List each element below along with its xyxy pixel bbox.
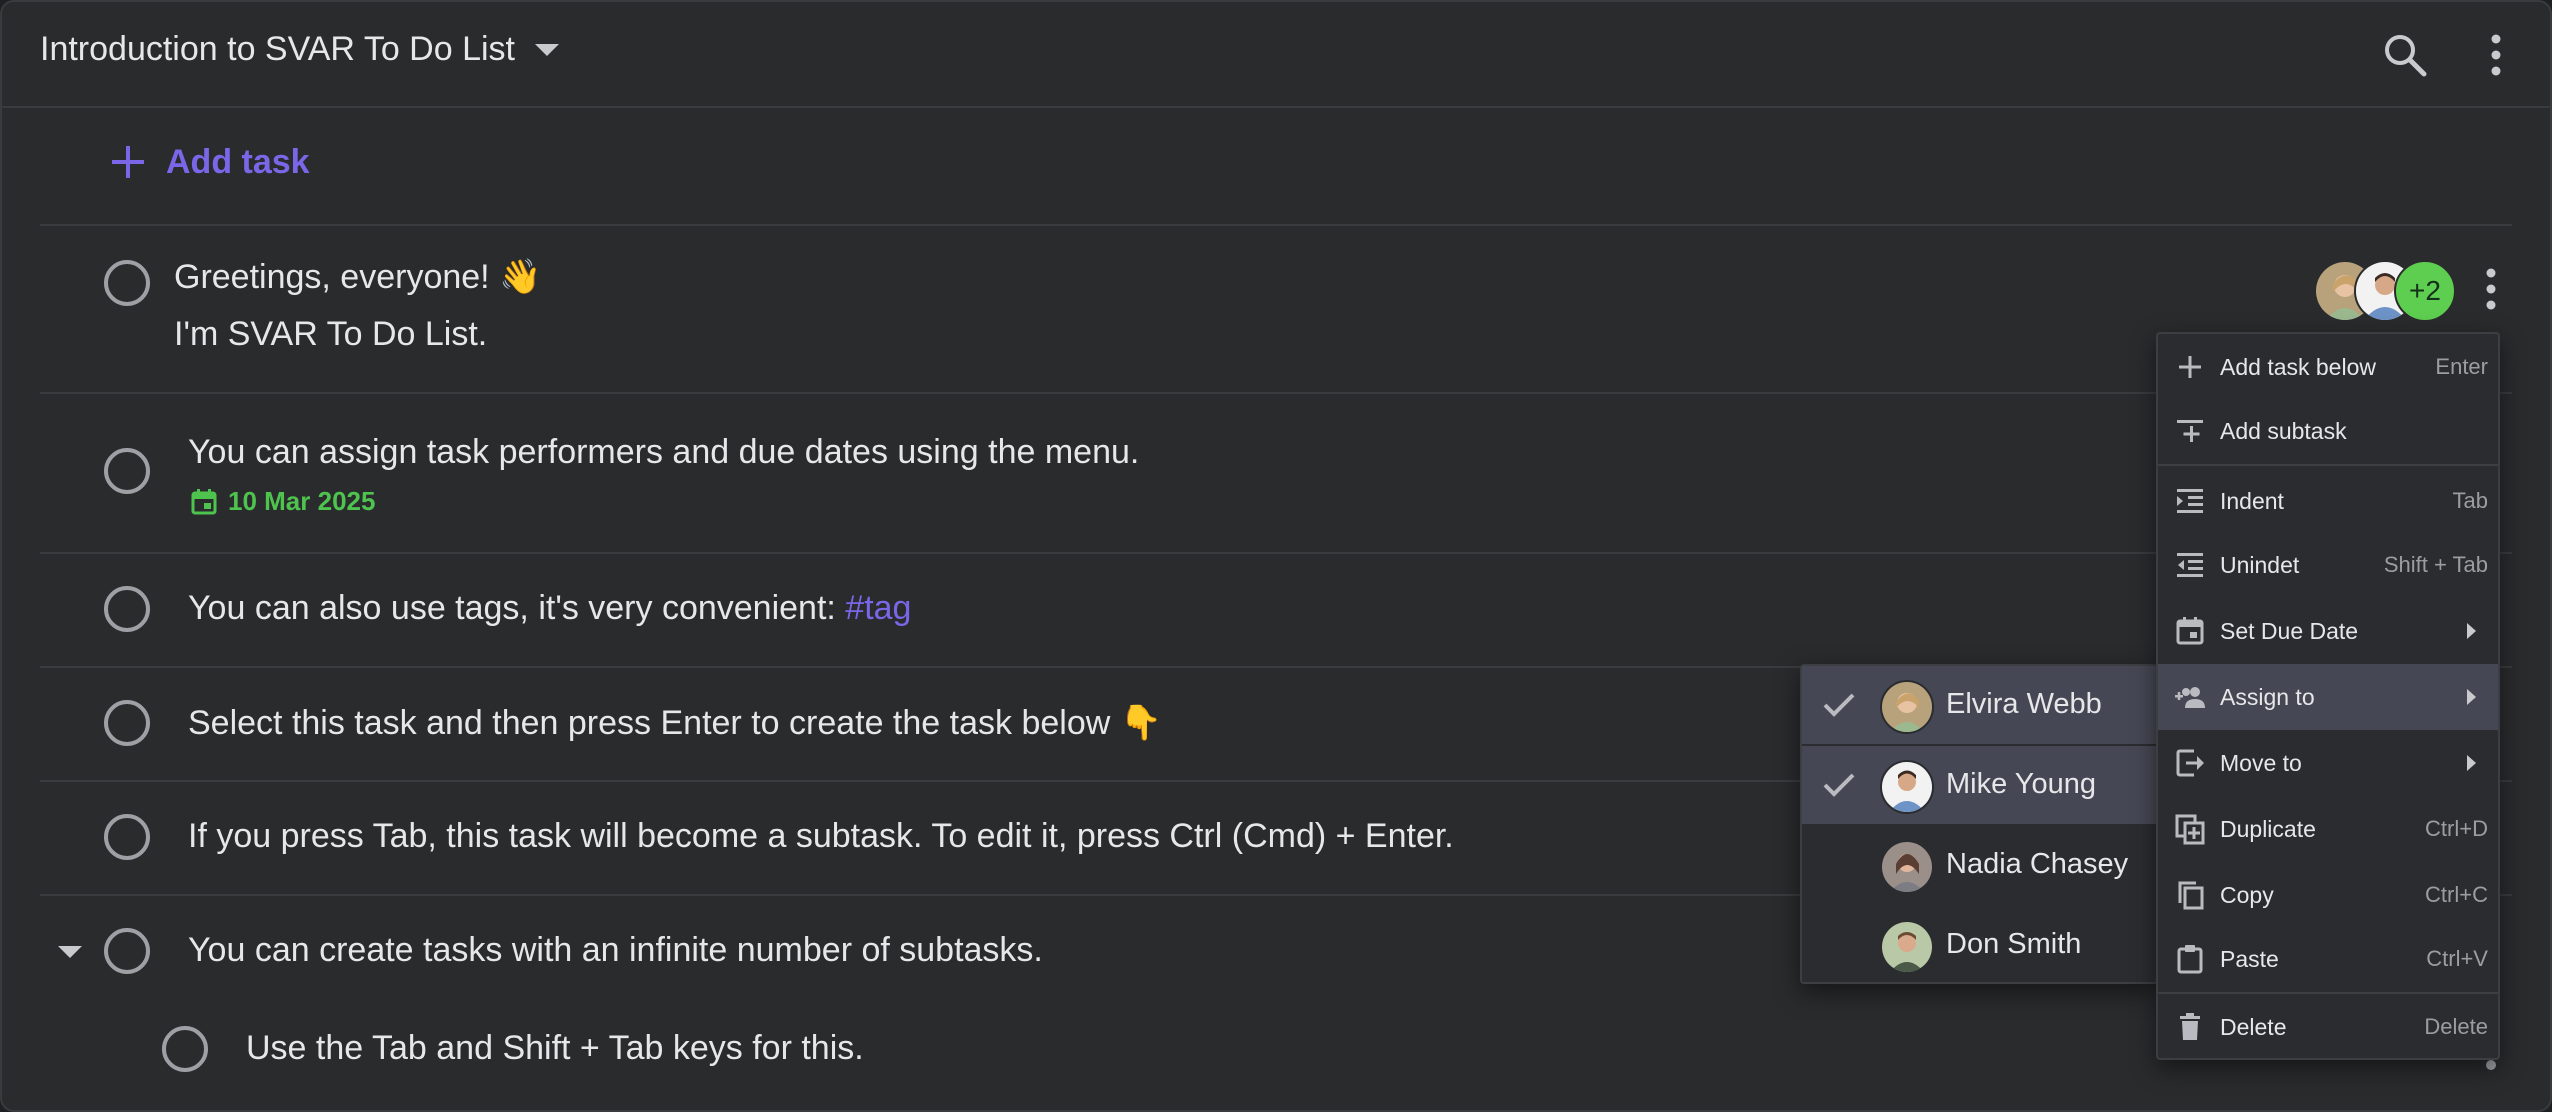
task-text: You can create tasks with an infinite nu… bbox=[188, 931, 1043, 969]
search-icon[interactable] bbox=[2380, 30, 2430, 80]
chevron-right-icon bbox=[2467, 623, 2476, 639]
assignee-name: Mike Young bbox=[1946, 768, 2096, 800]
calendar-icon bbox=[191, 488, 217, 514]
task-checkbox[interactable] bbox=[104, 586, 150, 632]
menu-item-label: Assign to bbox=[2220, 683, 2315, 710]
avatar bbox=[1880, 920, 1934, 974]
trash-icon bbox=[2180, 1013, 2200, 1040]
avatar bbox=[1880, 840, 1934, 894]
menu-item-shortcut: Tab bbox=[2452, 488, 2488, 513]
menu-item-move-to[interactable]: Move to bbox=[2158, 730, 2498, 796]
task-text: You can assign task performers and due d… bbox=[188, 433, 1140, 471]
menu-item-label: Set Due Date bbox=[2220, 617, 2359, 644]
check-icon bbox=[1823, 773, 1855, 797]
menu-item-shortcut: Enter bbox=[2435, 354, 2488, 379]
avatar bbox=[1880, 680, 1934, 734]
chevron-down-icon bbox=[535, 43, 559, 56]
calendar-icon bbox=[2176, 617, 2204, 645]
menu-item-indent[interactable]: Indent Tab bbox=[2158, 468, 2498, 534]
avatar bbox=[1880, 760, 1934, 814]
task-checkbox[interactable] bbox=[104, 448, 150, 494]
assignee-option[interactable]: Elvira Webb bbox=[1802, 666, 2156, 744]
menu-item-label: Delete bbox=[2220, 1013, 2287, 1040]
add-subtask-icon bbox=[2177, 420, 2203, 442]
assign-submenu: Elvira Webb Mike Young Nadia Chasey Don … bbox=[1800, 664, 2158, 984]
header: Introduction to SVAR To Do List bbox=[2, 2, 2550, 108]
divider bbox=[40, 224, 2512, 226]
menu-item-add-subtask[interactable]: Add subtask bbox=[2158, 398, 2498, 464]
menu-item-label: Unindet bbox=[2220, 551, 2300, 578]
menu-item-paste[interactable]: Paste Ctrl+V bbox=[2158, 926, 2498, 992]
assignee-name: Nadia Chasey bbox=[1946, 848, 2129, 880]
menu-item-shortcut: Ctrl+V bbox=[2426, 946, 2488, 971]
menu-item-shortcut: Ctrl+C bbox=[2425, 882, 2488, 907]
copy-icon bbox=[2178, 881, 2204, 910]
menu-item-label: Copy bbox=[2220, 881, 2274, 908]
menu-item-duplicate[interactable]: Duplicate Ctrl+D bbox=[2158, 796, 2498, 862]
plus-icon bbox=[112, 146, 144, 178]
assignee-option[interactable]: Nadia Chasey bbox=[1802, 826, 2156, 904]
menu-item-shortcut: Ctrl+D bbox=[2425, 816, 2488, 841]
menu-item-shortcut: Shift + Tab bbox=[2383, 552, 2488, 577]
assignee-name: Don Smith bbox=[1946, 928, 2082, 960]
check-icon bbox=[1823, 693, 1855, 717]
paste-icon bbox=[2177, 945, 2203, 974]
assignee-avatars[interactable]: +2 bbox=[2314, 260, 2456, 322]
task-checkbox[interactable] bbox=[104, 700, 150, 746]
menu-item-copy[interactable]: Copy Ctrl+C bbox=[2158, 862, 2498, 928]
menu-item-shortcut: Delete bbox=[2424, 1014, 2488, 1039]
task-text: Use the Tab and Shift + Tab keys for thi… bbox=[246, 1029, 864, 1067]
divider bbox=[40, 392, 2512, 394]
plus-icon bbox=[2179, 356, 2201, 378]
chevron-right-icon bbox=[2467, 755, 2476, 771]
menu-item-label: Add subtask bbox=[2220, 417, 2347, 444]
more-vertical-icon[interactable] bbox=[2476, 264, 2506, 314]
menu-item-assign-to[interactable]: Assign to bbox=[2158, 664, 2498, 730]
assign-people-icon bbox=[2175, 687, 2205, 708]
divider bbox=[40, 552, 2512, 554]
collapse-toggle-icon[interactable] bbox=[58, 946, 82, 958]
task-checkbox[interactable] bbox=[104, 260, 150, 306]
todo-app: Introduction to SVAR To Do List Add task… bbox=[0, 0, 2552, 1112]
task-checkbox[interactable] bbox=[162, 1026, 208, 1072]
menu-item-unindent[interactable]: Unindet Shift + Tab bbox=[2158, 532, 2498, 598]
task-context-menu: Add task below Enter Add subtask Indent … bbox=[2156, 332, 2500, 1060]
task-text-line2: I'm SVAR To Do List. bbox=[174, 315, 488, 353]
extra-assignees-badge: +2 bbox=[2394, 260, 2456, 322]
duplicate-icon bbox=[2175, 814, 2205, 845]
task-text: If you press Tab, this task will become … bbox=[188, 817, 1454, 855]
menu-item-label: Duplicate bbox=[2220, 815, 2316, 842]
project-title: Introduction to SVAR To Do List bbox=[40, 30, 515, 68]
menu-item-add-task-below[interactable]: Add task below Enter bbox=[2158, 334, 2498, 400]
indent-icon bbox=[2177, 489, 2203, 513]
unindent-icon bbox=[2177, 553, 2203, 577]
more-vertical-icon[interactable] bbox=[2476, 30, 2516, 80]
menu-item-label: Indent bbox=[2220, 487, 2284, 514]
more-dot-icon[interactable] bbox=[2486, 1060, 2496, 1070]
menu-item-delete[interactable]: Delete Delete bbox=[2158, 994, 2498, 1060]
add-task-label: Add task bbox=[166, 142, 310, 181]
assignee-option[interactable]: Don Smith bbox=[1802, 906, 2156, 984]
task-text-main: You can also use tags, it's very conveni… bbox=[188, 589, 846, 627]
menu-item-label: Add task below bbox=[2220, 353, 2376, 380]
task-text: You can also use tags, it's very conveni… bbox=[188, 589, 911, 628]
move-to-icon bbox=[2176, 749, 2204, 777]
menu-item-label: Paste bbox=[2220, 945, 2279, 972]
due-date-text: 10 Mar 2025 bbox=[228, 486, 376, 516]
project-selector[interactable]: Introduction to SVAR To Do List bbox=[40, 30, 559, 69]
add-task-button[interactable]: Add task bbox=[108, 142, 310, 182]
chevron-right-icon bbox=[2467, 689, 2476, 705]
assignee-option[interactable]: Mike Young bbox=[1802, 746, 2156, 824]
menu-item-label: Move to bbox=[2220, 749, 2302, 776]
task-checkbox[interactable] bbox=[104, 814, 150, 860]
task-text: Select this task and then press Enter to… bbox=[188, 704, 1163, 742]
assignee-name: Elvira Webb bbox=[1946, 688, 2102, 720]
task-checkbox[interactable] bbox=[104, 928, 150, 974]
menu-item-set-due-date[interactable]: Set Due Date bbox=[2158, 598, 2498, 664]
due-date[interactable]: 10 Mar 2025 bbox=[190, 486, 375, 517]
task-text: Greetings, everyone! 👋 bbox=[174, 258, 542, 296]
task-tag[interactable]: #tag bbox=[845, 589, 911, 627]
menu-divider bbox=[2158, 464, 2498, 466]
